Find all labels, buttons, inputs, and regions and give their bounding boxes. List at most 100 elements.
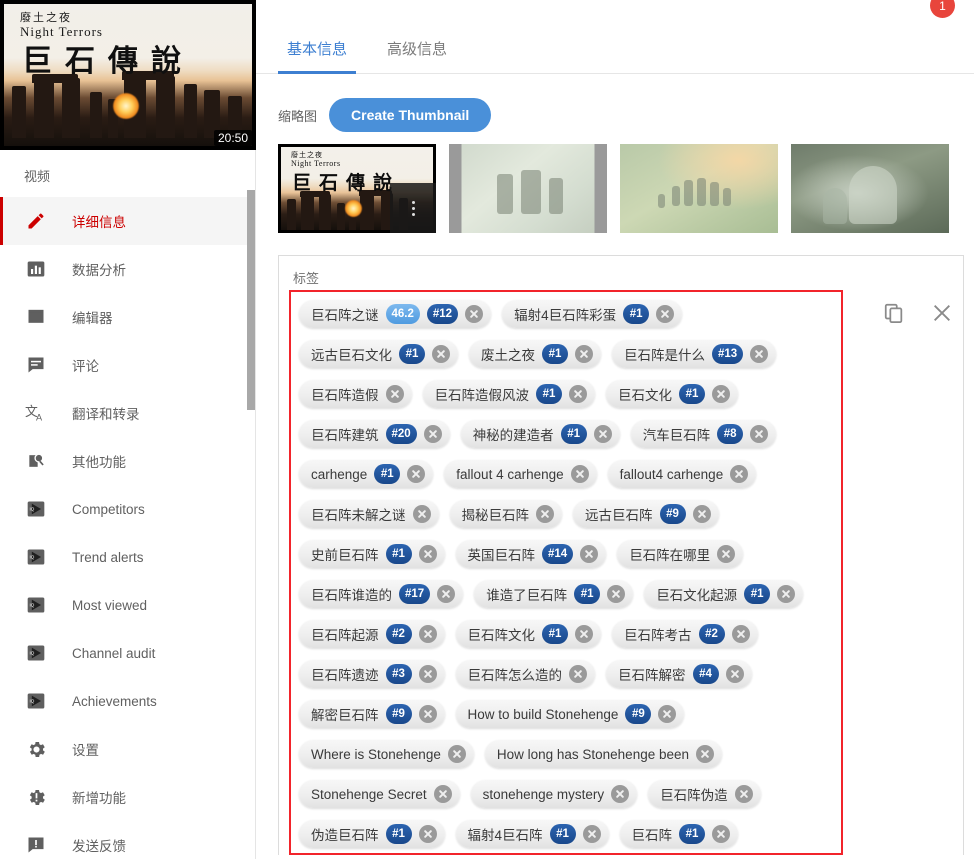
tag-remove-icon[interactable]: [465, 305, 484, 323]
tag-chip[interactable]: 巨石阵未解之谜: [299, 500, 439, 528]
tag-chip[interactable]: 巨石阵伪造: [648, 780, 761, 808]
tag-remove-icon[interactable]: [418, 625, 437, 643]
tag-remove-icon[interactable]: [536, 505, 554, 523]
thumbnail-options-menu[interactable]: [390, 183, 436, 233]
tag-remove-icon[interactable]: [750, 425, 769, 443]
tag-chip[interactable]: 巨石阵考古 #2: [612, 620, 758, 648]
tag-remove-icon[interactable]: [569, 665, 587, 683]
tag-remove-icon[interactable]: [611, 785, 630, 803]
tag-chip[interactable]: Stonehenge Secret: [299, 780, 460, 808]
tag-remove-icon[interactable]: [575, 625, 593, 643]
tag-chip[interactable]: 巨石阵怎么造的: [455, 660, 595, 688]
thumbnail-option-1[interactable]: 廢土之夜 Night Terrors 巨石傳說: [278, 144, 436, 233]
tab-basic-info[interactable]: 基本信息: [278, 38, 357, 74]
tag-remove-icon[interactable]: [658, 705, 677, 723]
tag-chip[interactable]: 巨石阵造假风波 #1: [422, 380, 595, 408]
tag-chip[interactable]: 废土之夜 #1: [469, 340, 601, 368]
tag-chip[interactable]: 巨石阵之谜 46.2 #12: [299, 300, 492, 328]
close-icon[interactable]: [929, 300, 955, 326]
sidebar-item-settings[interactable]: 设置: [0, 725, 255, 773]
tag-remove-icon[interactable]: [593, 425, 612, 443]
sidebar-item-editor[interactable]: 编辑器: [0, 293, 255, 341]
sidebar-item-other-features[interactable]: 其他功能: [0, 437, 255, 485]
tag-remove-icon[interactable]: [570, 465, 589, 483]
tag-chip[interactable]: 巨石阵谁造的 #17: [299, 580, 464, 608]
tag-remove-icon[interactable]: [725, 665, 744, 683]
tag-remove-icon[interactable]: [433, 785, 452, 803]
tag-remove-icon[interactable]: [407, 465, 426, 483]
tag-remove-icon[interactable]: [582, 825, 601, 843]
tag-remove-icon[interactable]: [750, 345, 769, 363]
tag-remove-icon[interactable]: [418, 545, 437, 563]
tag-remove-icon[interactable]: [607, 585, 626, 603]
tag-chip[interactable]: stonehenge mystery: [470, 780, 638, 808]
tag-chip[interactable]: 巨石阵遗迹 #3: [299, 660, 445, 688]
tag-chip[interactable]: carhenge #1: [299, 460, 434, 488]
tag-chip[interactable]: 巨石阵是什么 #13: [612, 340, 777, 368]
tag-chip[interactable]: 巨石阵在哪里: [617, 540, 744, 568]
tag-chip[interactable]: 史前巨石阵 #1: [299, 540, 445, 568]
tag-remove-icon[interactable]: [418, 665, 437, 683]
sidebar-item-whats-new[interactable]: 新增功能: [0, 773, 255, 821]
sidebar-item-translations[interactable]: 文A 翻译和转录: [0, 389, 255, 437]
tag-chip[interactable]: 远古巨石阵 #9: [573, 500, 719, 528]
tag-chip[interactable]: 巨石阵造假: [299, 380, 412, 408]
sidebar-video-preview[interactable]: 廢土之夜 Night Terrors 巨石傳說 20:50: [0, 0, 256, 150]
tag-chip[interactable]: 英国巨石阵 #14: [455, 540, 607, 568]
tag-chip[interactable]: 汽车巨石阵 #8: [630, 420, 777, 448]
tag-remove-icon[interactable]: [569, 385, 587, 403]
tag-chip[interactable]: 神秘的建造者 #1: [460, 420, 620, 448]
tag-remove-icon[interactable]: [656, 305, 675, 323]
tag-remove-icon[interactable]: [385, 385, 404, 403]
tag-remove-icon[interactable]: [575, 345, 593, 363]
tag-remove-icon[interactable]: [730, 465, 749, 483]
tag-chip[interactable]: 巨石阵解密 #4: [606, 660, 752, 688]
tag-remove-icon[interactable]: [712, 825, 731, 843]
tag-remove-icon[interactable]: [712, 385, 730, 403]
tag-remove-icon[interactable]: [696, 745, 714, 763]
tag-remove-icon[interactable]: [777, 585, 796, 603]
tag-chip[interactable]: 远古巨石文化 #1: [299, 340, 458, 368]
tag-chip[interactable]: 巨石阵建筑 #20: [299, 420, 450, 448]
sidebar-item-comments[interactable]: 评论: [0, 341, 255, 389]
tag-chip[interactable]: Where is Stonehenge: [299, 740, 474, 768]
tag-chip[interactable]: How to build Stonehenge #9: [455, 700, 685, 728]
tag-chip[interactable]: How long has Stonehenge been: [484, 740, 722, 768]
tag-remove-icon[interactable]: [580, 545, 599, 563]
thumbnail-option-4[interactable]: [791, 144, 949, 233]
sidebar-item-achievements[interactable]: IQ Achievements: [0, 677, 255, 725]
sidebar-item-channel-audit[interactable]: IQ Channel audit: [0, 629, 255, 677]
sidebar-item-analytics[interactable]: 数据分析: [0, 245, 255, 293]
tag-chip[interactable]: fallout 4 carhenge: [444, 460, 597, 488]
tag-chip[interactable]: 巨石阵文化 #1: [455, 620, 601, 648]
create-thumbnail-button[interactable]: Create Thumbnail: [329, 98, 492, 132]
tag-chip[interactable]: 辐射4巨石阵彩蛋 #1: [502, 300, 683, 328]
tag-chip[interactable]: 巨石文化起源 #1: [644, 580, 804, 608]
tag-remove-icon[interactable]: [432, 345, 450, 363]
sidebar-item-most-viewed[interactable]: IQ Most viewed: [0, 581, 255, 629]
tab-advanced-info[interactable]: 高级信息: [378, 38, 456, 73]
sidebar-item-details[interactable]: 详细信息: [0, 197, 255, 245]
copy-icon[interactable]: [881, 300, 907, 326]
tag-remove-icon[interactable]: [437, 585, 456, 603]
tag-remove-icon[interactable]: [447, 745, 466, 763]
tag-chip[interactable]: 揭秘巨石阵: [449, 500, 562, 528]
sidebar-item-send-feedback[interactable]: 发送反馈: [0, 821, 255, 859]
tag-chip[interactable]: fallout4 carhenge: [607, 460, 757, 488]
tag-remove-icon[interactable]: [418, 705, 437, 723]
tag-chip[interactable]: 巨石阵 #1: [619, 820, 739, 848]
tag-remove-icon[interactable]: [734, 785, 753, 803]
tag-chip[interactable]: 谁造了巨石阵 #1: [474, 580, 634, 608]
tag-remove-icon[interactable]: [412, 505, 431, 523]
tag-chip[interactable]: 解密巨石阵 #9: [299, 700, 445, 728]
tag-remove-icon[interactable]: [423, 425, 442, 443]
sidebar-item-trend-alerts[interactable]: IQ Trend alerts: [0, 533, 255, 581]
tag-remove-icon[interactable]: [717, 545, 736, 563]
tag-chip[interactable]: 伪造巨石阵 #1: [299, 820, 445, 848]
thumbnail-option-3[interactable]: [620, 144, 778, 233]
tag-chip[interactable]: 巨石文化 #1: [606, 380, 738, 408]
sidebar-item-competitors[interactable]: IQ Competitors: [0, 485, 255, 533]
thumbnail-option-2[interactable]: [449, 144, 607, 233]
tag-remove-icon[interactable]: [692, 505, 711, 523]
sidebar-scrollbar[interactable]: [247, 190, 255, 410]
